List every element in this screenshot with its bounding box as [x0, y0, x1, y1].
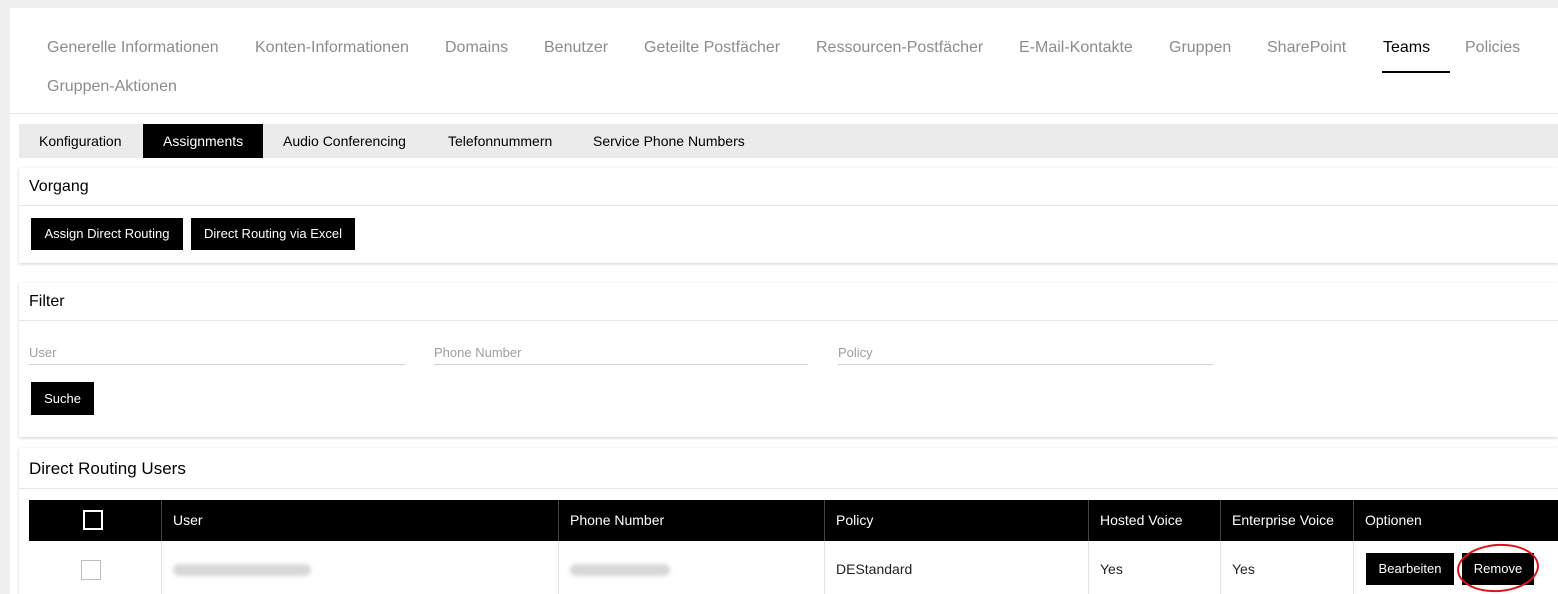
divider: [19, 488, 1558, 489]
divider: [19, 205, 1558, 206]
phone-filter-field: [434, 341, 808, 365]
nav-tab-gruppen-aktionen[interactable]: Gruppen-Aktionen: [47, 77, 177, 97]
select-all-checkbox[interactable]: [83, 510, 103, 530]
column-header-enterprise-voice: Enterprise Voice: [1220, 500, 1353, 541]
subtab-assignments[interactable]: Assignments: [143, 124, 263, 158]
active-tab-indicator: [1382, 71, 1450, 73]
row-checkbox[interactable]: [81, 560, 101, 580]
policy-filter-field: [838, 341, 1213, 365]
nav-tab-konten-informationen[interactable]: Konten-Informationen: [255, 38, 409, 58]
subtab-audio-conferencing[interactable]: Audio Conferencing: [263, 124, 426, 158]
table-row: DEStandard Yes Yes Bearbeiten Remove: [29, 541, 1558, 594]
column-header-policy: Policy: [824, 500, 1088, 541]
nav-tab-gruppen[interactable]: Gruppen: [1169, 38, 1231, 58]
row-select-cell: [29, 541, 161, 594]
filter-title: Filter: [29, 293, 65, 310]
subtab-konfiguration[interactable]: Konfiguration: [19, 124, 142, 158]
column-header-optionen: Optionen: [1353, 500, 1558, 541]
assign-direct-routing-button[interactable]: Assign Direct Routing: [31, 218, 183, 250]
phone-filter-input[interactable]: [434, 341, 808, 363]
select-all-cell: [29, 500, 161, 541]
column-header-phone-number: Phone Number: [558, 500, 824, 541]
subtab-service-phone-numbers[interactable]: Service Phone Numbers: [573, 124, 765, 158]
options-cell: Bearbeiten Remove: [1353, 541, 1558, 594]
table-title: Direct Routing Users: [29, 459, 186, 478]
vorgang-panel: Vorgang Assign Direct Routing Direct Rou…: [19, 168, 1558, 263]
column-header-hosted-voice: Hosted Voice: [1088, 500, 1220, 541]
sub-tab-bar: Konfiguration Assignments Audio Conferen…: [19, 124, 1558, 158]
column-header-user: User: [161, 500, 558, 541]
nav-tab-sharepoint[interactable]: SharePoint: [1267, 38, 1346, 58]
nav-tab-domains[interactable]: Domains: [445, 38, 508, 58]
remove-button[interactable]: Remove: [1462, 553, 1534, 585]
top-navigation: Generelle Informationen Konten-Informati…: [10, 8, 1558, 114]
nav-tab-generelle-informationen[interactable]: Generelle Informationen: [47, 38, 219, 58]
user-filter-field: [29, 341, 405, 365]
redacted-user: [173, 564, 311, 577]
edit-button[interactable]: Bearbeiten: [1366, 553, 1454, 585]
direct-routing-excel-button[interactable]: Direct Routing via Excel: [191, 218, 355, 250]
search-button[interactable]: Suche: [31, 382, 94, 415]
hosted-voice-cell: Yes: [1088, 541, 1220, 594]
nav-tab-ressourcen-postfaecher[interactable]: Ressourcen-Postfächer: [816, 38, 983, 58]
redacted-phone-number: [570, 564, 670, 577]
nav-tab-email-kontakte[interactable]: E-Mail-Kontakte: [1019, 38, 1133, 58]
user-cell: [161, 541, 558, 594]
policy-filter-input[interactable]: [838, 341, 1213, 363]
table-header: User Phone Number Policy Hosted Voice En…: [29, 500, 1558, 541]
filter-panel: Filter Suche: [19, 283, 1558, 437]
nav-tab-policies[interactable]: Policies: [1465, 38, 1520, 58]
subtab-telefonnummern[interactable]: Telefonnummern: [428, 124, 572, 158]
phone-number-cell: [558, 541, 824, 594]
policy-cell: DEStandard: [824, 541, 1088, 594]
nav-tab-benutzer[interactable]: Benutzer: [544, 38, 608, 58]
user-filter-input[interactable]: [29, 341, 405, 363]
enterprise-voice-cell: Yes: [1220, 541, 1353, 594]
nav-tab-teams[interactable]: Teams: [1383, 38, 1430, 58]
divider: [19, 320, 1558, 321]
nav-tab-geteilte-postfaecher[interactable]: Geteilte Postfächer: [644, 38, 780, 58]
vorgang-title: Vorgang: [29, 178, 89, 195]
